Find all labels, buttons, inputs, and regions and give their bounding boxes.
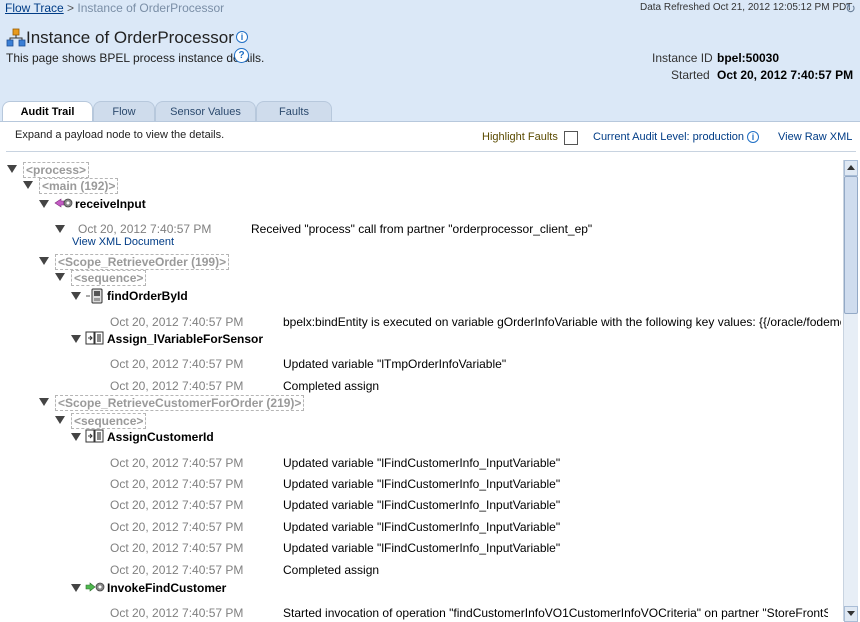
invoke-customer-timestamp: Oct 20, 2012 7:40:57 PM: [110, 606, 244, 620]
highlight-faults-checkbox[interactable]: [564, 131, 578, 145]
collapse-sequence-2-toggle[interactable]: [55, 416, 65, 424]
assign-sensor-timestamp-1: Oct 20, 2012 7:40:57 PM: [110, 357, 244, 371]
find-order-timestamp: Oct 20, 2012 7:40:57 PM: [110, 315, 244, 329]
scope-retrieve-customer-node[interactable]: <Scope_RetrieveCustomerForOrder (219)>: [55, 395, 305, 411]
assign-sensor-message-1: Updated variable "lTmpOrderInfoVariable": [283, 357, 507, 371]
assign-customer-message-4: Updated variable "lFindCustomerInfo_Inpu…: [283, 520, 561, 534]
tab-faults[interactable]: Faults: [256, 101, 332, 122]
audit-level-link[interactable]: Current Audit Level: production: [593, 131, 744, 143]
assign-customer-timestamp-2: Oct 20, 2012 7:40:57 PM: [110, 477, 244, 491]
assign-icon: [85, 429, 104, 443]
breadcrumb-separator: >: [67, 1, 75, 15]
scroll-down-arrow[interactable]: [844, 606, 858, 622]
process-icon: [6, 28, 26, 47]
bind-entity-icon: [86, 288, 103, 304]
collapse-scope-retrieve-customer-toggle[interactable]: [39, 398, 49, 406]
assign-customer-message-1: Updated variable "lFindCustomerInfo_Inpu…: [283, 456, 561, 470]
view-xml-document-link[interactable]: View XML Document: [72, 236, 174, 248]
started-value: Oct 20, 2012 7:40:57 PM: [717, 68, 854, 82]
scroll-up-arrow[interactable]: [844, 160, 858, 176]
invoke-gear-icon: [85, 582, 105, 592]
breadcrumb-flow-trace-link[interactable]: Flow Trace: [5, 1, 64, 15]
collapse-main-toggle[interactable]: [23, 181, 33, 189]
collapse-assign-sensor-toggle[interactable]: [71, 335, 81, 343]
collapse-assign-customer-toggle[interactable]: [71, 433, 81, 441]
highlight-faults-label: Highlight Faults: [482, 131, 558, 143]
main-scope-node[interactable]: <main (192)>: [39, 178, 119, 194]
breadcrumb: Flow Trace > Instance of OrderProcessor: [5, 1, 224, 15]
process-node[interactable]: <process>: [23, 162, 90, 178]
scrollbar-thumb[interactable]: [844, 176, 858, 314]
collapse-process-toggle[interactable]: [7, 165, 17, 173]
invoke-customer-message: Started invocation of operation "findCus…: [283, 606, 828, 620]
find-order-message: bpelx:bindEntity is executed on variable…: [283, 315, 841, 329]
assign-sensor-message-2: Completed assign: [283, 379, 380, 393]
refresh-icon[interactable]: ↻: [845, 1, 856, 17]
info-icon[interactable]: i: [236, 31, 248, 43]
sequence-node-1[interactable]: <sequence>: [71, 270, 147, 286]
collapse-receive-detail-toggle[interactable]: [55, 225, 65, 233]
instance-id-label: Instance ID: [652, 51, 713, 65]
tab-audit-trail[interactable]: Audit Trail: [2, 101, 93, 123]
page-title: Instance of OrderProcessor: [26, 28, 234, 47]
breadcrumb-current: Instance of OrderProcessor: [77, 1, 225, 15]
assign-variable-for-sensor-node[interactable]: Assign_lVariableForSensor: [107, 332, 263, 346]
receive-input-timestamp: Oct 20, 2012 7:40:57 PM: [78, 222, 212, 236]
tab-flow[interactable]: Flow: [93, 101, 155, 122]
instance-id-value: bpel:50030: [717, 51, 780, 65]
receive-gear-icon: [54, 198, 73, 208]
collapse-find-order-toggle[interactable]: [71, 292, 81, 300]
assign-customer-timestamp-4: Oct 20, 2012 7:40:57 PM: [110, 520, 244, 534]
receive-input-node[interactable]: receiveInput: [75, 197, 146, 211]
collapse-scope-retrieve-order-toggle[interactable]: [39, 257, 49, 265]
page-subtitle: This page shows BPEL process instance de…: [6, 51, 265, 65]
assign-customer-message-2: Updated variable "lFindCustomerInfo_Inpu…: [283, 477, 561, 491]
expand-hint: Expand a payload node to view the detail…: [15, 129, 225, 141]
scope-retrieve-order-node[interactable]: <Scope_RetrieveOrder (199)>: [55, 254, 230, 270]
assign-sensor-timestamp-2: Oct 20, 2012 7:40:57 PM: [110, 379, 244, 393]
data-refreshed-text: Data Refreshed Oct 21, 2012 12:05:12 PM …: [640, 2, 853, 13]
collapse-invoke-customer-toggle[interactable]: [71, 584, 81, 592]
assign-customer-message-3: Updated variable "lFindCustomerInfo_Inpu…: [283, 498, 561, 512]
collapse-receive-input-toggle[interactable]: [39, 200, 49, 208]
collapse-sequence-1-toggle[interactable]: [55, 273, 65, 281]
assign-customer-timestamp-1: Oct 20, 2012 7:40:57 PM: [110, 456, 244, 470]
assign-customer-message-5: Updated variable "lFindCustomerInfo_Inpu…: [283, 541, 561, 555]
assign-customer-id-node[interactable]: AssignCustomerId: [107, 430, 214, 444]
find-order-by-id-node[interactable]: findOrderById: [107, 289, 188, 303]
assign-customer-message-6: Completed assign: [283, 563, 380, 577]
started-label: Started: [671, 68, 710, 82]
assign-customer-timestamp-6: Oct 20, 2012 7:40:57 PM: [110, 563, 244, 577]
help-icon[interactable]: ?: [234, 48, 249, 63]
view-raw-xml-link[interactable]: View Raw XML: [778, 131, 852, 143]
assign-customer-timestamp-5: Oct 20, 2012 7:40:57 PM: [110, 541, 244, 555]
sequence-node-2[interactable]: <sequence>: [71, 413, 147, 429]
audit-level-info-icon[interactable]: i: [747, 131, 759, 143]
tab-sensor-values[interactable]: Sensor Values: [155, 101, 256, 122]
toolbar-divider: [6, 151, 856, 152]
invoke-find-customer-node[interactable]: InvokeFindCustomer: [107, 581, 226, 595]
assign-icon: [85, 331, 104, 345]
receive-input-message: Received "process" call from partner "or…: [251, 222, 593, 236]
assign-customer-timestamp-3: Oct 20, 2012 7:40:57 PM: [110, 498, 244, 512]
